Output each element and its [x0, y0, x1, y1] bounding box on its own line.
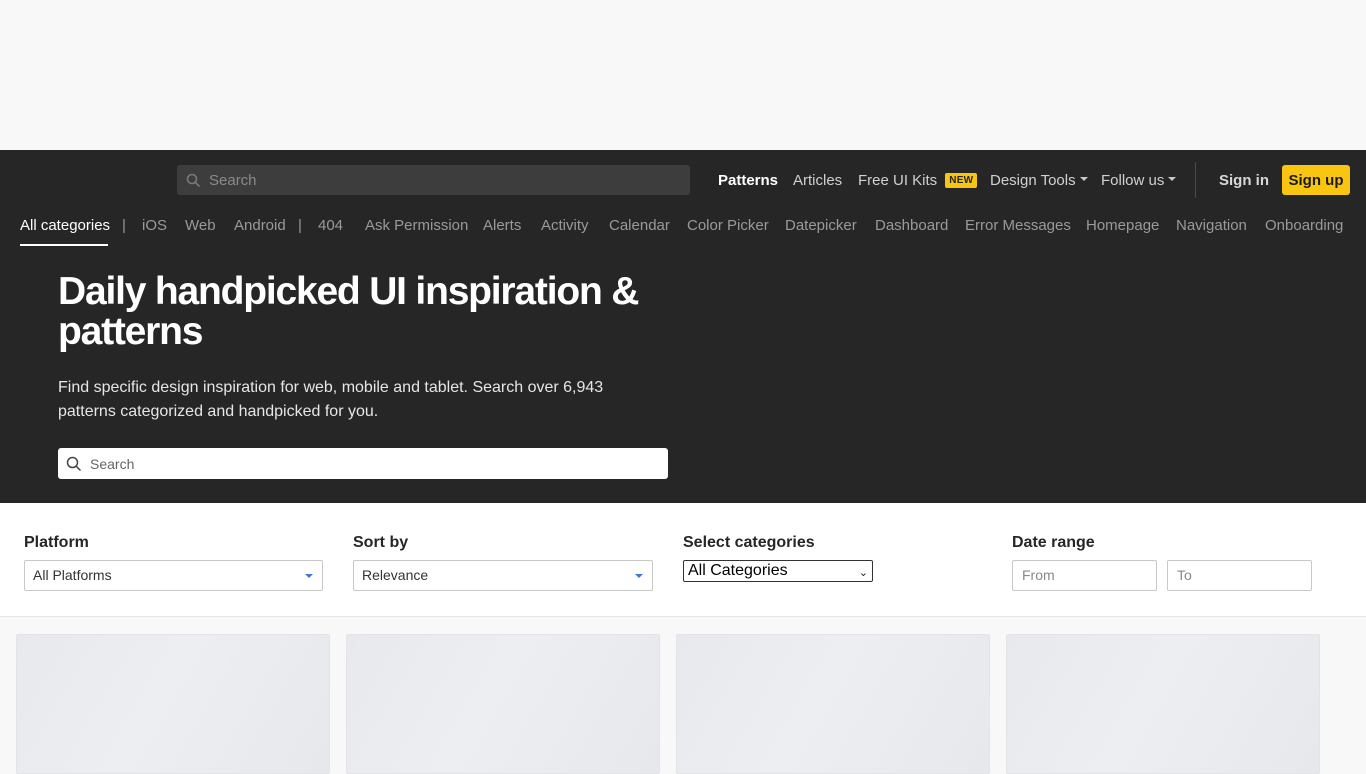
- nav-patterns-label: Patterns: [718, 171, 779, 189]
- category-ask-permission[interactable]: Ask Permission: [365, 217, 468, 234]
- sign-up-button[interactable]: Sign up: [1282, 165, 1350, 195]
- caret-down-icon: [1168, 177, 1177, 181]
- sign-in-link[interactable]: Sign in: [1219, 165, 1269, 195]
- search-icon: [186, 173, 201, 193]
- category-navigation[interactable]: Navigation: [1176, 217, 1247, 234]
- categories-select[interactable]: All Categories ⌄: [683, 560, 873, 582]
- categories-label: Select categories: [683, 534, 815, 551]
- category-datepicker[interactable]: Datepicker: [785, 217, 857, 234]
- category-android[interactable]: Android: [234, 217, 286, 234]
- platform-select-value: All Platforms: [33, 567, 112, 583]
- hero-search-input[interactable]: [90, 448, 650, 479]
- categories-select-value: All Categories: [688, 562, 788, 579]
- category-separator: |: [298, 217, 302, 234]
- category-onboarding[interactable]: Onboarding: [1265, 217, 1343, 234]
- new-badge: NEW: [945, 172, 978, 188]
- category-color-picker[interactable]: Color Picker: [687, 217, 769, 234]
- active-category-underline: [20, 244, 108, 246]
- category-dashboard[interactable]: Dashboard: [875, 217, 948, 234]
- category-all[interactable]: All categories: [20, 217, 110, 234]
- header-search-box[interactable]: [177, 165, 690, 195]
- nav-follow-us[interactable]: Follow us: [1101, 165, 1177, 195]
- caret-down-icon: [635, 574, 643, 578]
- category-separator: |: [122, 217, 126, 234]
- platform-label: Platform: [24, 534, 89, 551]
- category-calendar[interactable]: Calendar: [609, 217, 670, 234]
- pattern-card[interactable]: [1006, 634, 1320, 774]
- sort-select-value: Relevance: [362, 567, 429, 583]
- nav-design-tools-label: Design Tools: [990, 171, 1076, 189]
- header-hero: Patterns Articles Free UI Kits NEW Desig…: [0, 150, 1366, 503]
- sort-label: Sort by: [353, 534, 409, 551]
- hero-subtitle: Find specific design inspiration for web…: [58, 379, 604, 420]
- caret-down-icon: [1079, 177, 1088, 181]
- pattern-card[interactable]: [676, 634, 990, 774]
- date-to-input[interactable]: To: [1167, 560, 1312, 591]
- category-ios[interactable]: iOS: [142, 217, 167, 234]
- nav-articles[interactable]: Articles: [793, 165, 842, 195]
- category-activity[interactable]: Activity: [541, 217, 589, 234]
- category-bar: All categories | iOS Web Android | 404 A…: [0, 214, 1366, 250]
- category-error-messages[interactable]: Error Messages: [965, 217, 1071, 234]
- caret-down-icon: [305, 574, 313, 578]
- category-web[interactable]: Web: [185, 217, 216, 234]
- nav-follow-us-label: Follow us: [1101, 171, 1165, 189]
- pattern-card[interactable]: [346, 634, 660, 774]
- hero-title: Daily handpicked UI inspiration & patter…: [58, 270, 639, 353]
- date-range-label: Date range: [1012, 534, 1095, 551]
- nav-design-tools[interactable]: Design Tools: [990, 165, 1088, 195]
- sign-in-label: Sign in: [1219, 171, 1269, 189]
- nav-patterns[interactable]: Patterns: [718, 165, 778, 195]
- top-blank-area: [0, 0, 1366, 150]
- sort-select[interactable]: Relevance: [353, 560, 653, 591]
- filter-bar: Platform All Platforms Sort by Relevance…: [0, 503, 1366, 617]
- date-from-input[interactable]: From: [1012, 560, 1157, 591]
- platform-select[interactable]: All Platforms: [24, 560, 323, 591]
- category-404[interactable]: 404: [318, 217, 343, 234]
- nav-articles-label: Articles: [793, 171, 843, 189]
- chevron-down-icon: ⌄: [858, 567, 868, 579]
- header-search-input[interactable]: [209, 165, 679, 195]
- category-alerts[interactable]: Alerts: [483, 217, 521, 234]
- search-icon: [66, 456, 82, 477]
- nav-free-ui-kits-label: Free UI Kits: [858, 171, 938, 189]
- pattern-card[interactable]: [16, 634, 330, 774]
- nav-free-ui-kits[interactable]: Free UI Kits NEW: [858, 165, 978, 195]
- hero-search-box[interactable]: [58, 448, 668, 479]
- category-homepage[interactable]: Homepage: [1086, 217, 1159, 234]
- nav-divider: [1195, 162, 1196, 198]
